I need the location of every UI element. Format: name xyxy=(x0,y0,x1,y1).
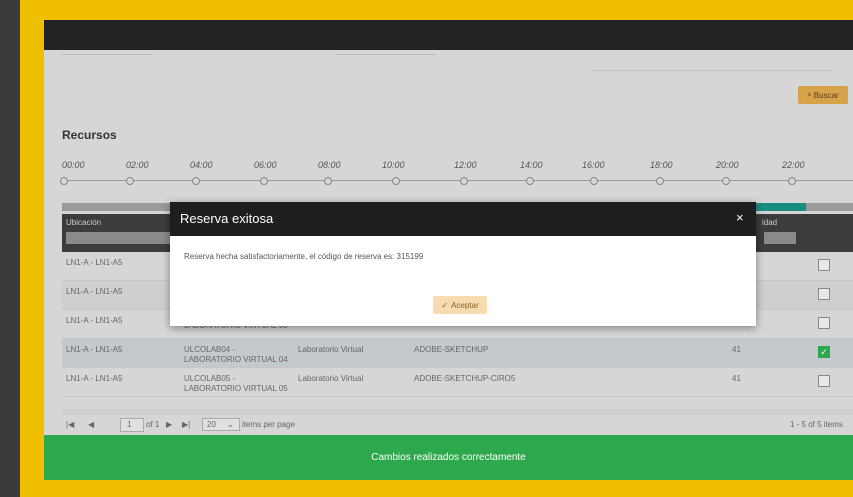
capacidad-filter-input[interactable] xyxy=(764,232,796,244)
page-number: 1 xyxy=(127,420,132,429)
timeline-tick: 16:00 xyxy=(582,160,605,170)
timeline-dot xyxy=(788,177,796,185)
column-header-ubicacion[interactable]: Ubicación xyxy=(66,218,101,227)
cell-software: ADOBE-SKETCHUP-CIRO5 xyxy=(414,374,516,383)
dialog-header: Reserva exitosa × xyxy=(170,202,756,236)
section-title: Recursos xyxy=(62,128,117,142)
check-icon: ✓ xyxy=(441,300,449,310)
page-number-input[interactable]: 1 xyxy=(120,418,144,432)
timeline-dot xyxy=(60,177,68,185)
timeline-tick: 12:00 xyxy=(454,160,477,170)
top-bar xyxy=(44,20,853,50)
table-row[interactable]: LN1-A - LN1-A5 ULCOLAB05 - LABORATORIO V… xyxy=(62,368,853,397)
timeline: 00:00 02:00 04:00 06:00 08:00 10:00 12:0… xyxy=(60,160,853,190)
items-per-page-label: items per page xyxy=(242,420,295,429)
timeline-tick: 06:00 xyxy=(254,160,277,170)
timeline-dot xyxy=(526,177,534,185)
timeline-tick: 22:00 xyxy=(782,160,805,170)
search-icon: ⌕ xyxy=(807,90,812,99)
success-dialog: Reserva exitosa × Reserva hecha satisfac… xyxy=(170,202,756,326)
form-field-line xyxy=(62,54,152,55)
timeline-tick: 10:00 xyxy=(382,160,405,170)
cell-ubicacion: LN1-A - LN1-A5 xyxy=(66,374,123,383)
cell-capacidad: 41 xyxy=(732,374,741,383)
timeline-dot xyxy=(126,177,134,185)
column-header-capacidad[interactable]: idad xyxy=(762,218,777,227)
accept-button[interactable]: ✓ Aceptar xyxy=(433,296,487,314)
row-checkbox[interactable]: ✓ xyxy=(818,346,830,358)
next-page-icon[interactable]: ▶ xyxy=(166,420,172,429)
cell-ubicacion: LN1-A - LN1-A5 xyxy=(66,258,123,267)
horizontal-scrollbar[interactable] xyxy=(62,409,853,415)
first-page-icon[interactable]: |◀ xyxy=(66,420,74,429)
timeline-axis xyxy=(62,180,853,181)
timeline-tick: 18:00 xyxy=(650,160,673,170)
items-per-page-select[interactable]: 20 ⌄ xyxy=(202,418,240,431)
form-field-line xyxy=(592,70,832,71)
dialog-message: Reserva hecha satisfactoriamente, el cód… xyxy=(184,252,424,261)
timeline-tick: 00:00 xyxy=(62,160,85,170)
pager-summary: 1 - 5 of 5 items xyxy=(790,420,843,429)
toast-message: Cambios realizados correctamente xyxy=(371,452,526,463)
form-field-line xyxy=(336,54,436,55)
items-per-page-value: 20 xyxy=(207,420,216,429)
timeline-dot xyxy=(192,177,200,185)
search-button[interactable]: ⌕ Buscar xyxy=(798,86,848,104)
timeline-dot xyxy=(590,177,598,185)
table-row[interactable]: LN1-A - LN1-A5 ULCOLAB04 - LABORATORIO V… xyxy=(62,339,853,368)
app-screen: ⌕ Buscar Recursos 00:00 02:00 04:00 06:0… xyxy=(44,20,853,480)
cell-capacidad: 41 xyxy=(732,345,741,354)
cell-ubicacion: LN1-A - LN1-A5 xyxy=(66,287,123,296)
last-page-icon[interactable]: ▶| xyxy=(182,420,190,429)
cell-software: ADOBE-SKETCHUP xyxy=(414,345,489,354)
cell-tipo: Laboratorio Virtual xyxy=(298,374,364,383)
page-of-label: of 1 xyxy=(146,420,160,429)
row-checkbox[interactable] xyxy=(818,375,830,387)
cell-ubicacion: LN1-A - LN1-A5 xyxy=(66,316,123,325)
row-checkbox[interactable] xyxy=(818,259,830,271)
timeline-tick: 04:00 xyxy=(190,160,213,170)
timeline-dot xyxy=(260,177,268,185)
cell-tipo: Laboratorio Virtual xyxy=(298,345,364,354)
timeline-dot xyxy=(656,177,664,185)
timeline-tick: 02:00 xyxy=(126,160,149,170)
timeline-dot xyxy=(392,177,400,185)
row-checkbox[interactable] xyxy=(818,317,830,329)
row-checkbox[interactable] xyxy=(818,288,830,300)
search-button-label: Buscar xyxy=(813,90,839,100)
timeline-dot xyxy=(722,177,730,185)
cell-ubicacion: LN1-A - LN1-A5 xyxy=(66,345,123,354)
accept-button-label: Aceptar xyxy=(451,300,479,310)
close-icon[interactable]: × xyxy=(736,210,744,225)
timeline-tick: 14:00 xyxy=(520,160,543,170)
prev-page-icon[interactable]: ◀ xyxy=(88,420,94,429)
cell-codigo: ULCOLAB05 - LABORATORIO VIRTUAL 05 xyxy=(184,374,288,393)
cell-codigo: ULCOLAB04 - LABORATORIO VIRTUAL 04 xyxy=(184,345,288,364)
chevron-down-icon: ⌄ xyxy=(227,420,234,429)
timeline-tick: 20:00 xyxy=(716,160,739,170)
dialog-title: Reserva exitosa xyxy=(180,211,274,226)
timeline-dot xyxy=(324,177,332,185)
pagination: |◀ ◀ 1 of 1 ▶ ▶| 20 ⌄ items per page 1 -… xyxy=(62,416,853,434)
timeline-dot xyxy=(460,177,468,185)
success-toast: Cambios realizados correctamente xyxy=(44,435,853,480)
timeline-tick: 08:00 xyxy=(318,160,341,170)
